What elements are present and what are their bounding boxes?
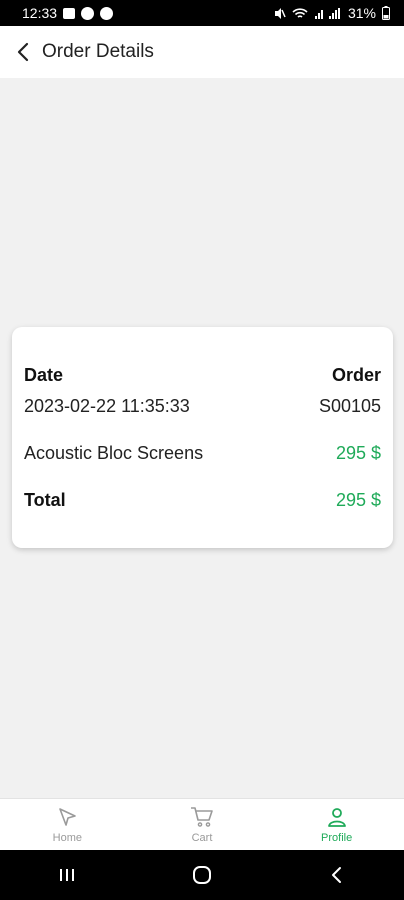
nav-cart-label: Cart xyxy=(191,831,213,844)
wifi-icon xyxy=(292,7,308,20)
item-name: Acoustic Bloc Screens xyxy=(24,443,204,463)
system-back-button[interactable] xyxy=(307,855,367,895)
recent-apps-button[interactable] xyxy=(37,855,97,895)
home-button[interactable] xyxy=(172,855,232,895)
page-title: Order Details xyxy=(42,41,154,62)
back-button[interactable] xyxy=(12,40,36,64)
status-bar-left: 12:33 xyxy=(22,5,114,21)
values-row: 2023-02-22 11:35:33 S00105 xyxy=(24,396,381,417)
person-icon xyxy=(327,807,346,827)
status-bar-right: 31% xyxy=(273,5,390,21)
order-number: S00105 xyxy=(318,396,381,416)
gallery-notification-icon xyxy=(63,7,76,19)
total-value: 295 $ xyxy=(335,490,381,510)
cursor-arrow-icon xyxy=(59,807,77,826)
chevron-left-icon xyxy=(17,42,29,62)
nav-cart[interactable]: Cart xyxy=(147,806,257,844)
order-label: Order xyxy=(331,365,381,385)
whatsapp-notification-icon xyxy=(100,6,114,20)
status-time: 12:33 xyxy=(22,5,58,21)
bottom-nav: Home Cart Profile xyxy=(0,798,404,850)
item-price: 295 $ xyxy=(335,443,381,463)
back-arrow-icon xyxy=(331,867,341,883)
cart-icon xyxy=(190,806,213,827)
battery-icon xyxy=(382,6,390,20)
mute-icon xyxy=(273,7,286,20)
line-item: Acoustic Bloc Screens 295 $ xyxy=(24,443,381,464)
app-header: Order Details xyxy=(0,26,404,78)
phone-notification-icon xyxy=(81,6,95,20)
battery-percent: 31% xyxy=(347,5,376,21)
status-bar: 12:33 31% xyxy=(0,0,404,26)
order-card: Date Order 2023-02-22 11:35:33 S00105 Ac… xyxy=(12,327,393,548)
total-label: Total xyxy=(24,490,66,510)
signal-icon xyxy=(314,7,342,20)
labels-row: Date Order xyxy=(24,365,381,386)
nav-profile-label: Profile xyxy=(321,831,353,844)
nav-home[interactable]: Home xyxy=(12,806,122,844)
recent-apps-icon xyxy=(60,869,75,881)
order-date: 2023-02-22 11:35:33 xyxy=(24,396,190,416)
nav-home-label: Home xyxy=(52,831,82,844)
total-row: Total 295 $ xyxy=(24,490,381,511)
system-nav-bar xyxy=(0,850,404,900)
date-label: Date xyxy=(24,365,64,385)
home-circle-icon xyxy=(192,866,211,884)
nav-profile[interactable]: Profile xyxy=(282,806,392,844)
